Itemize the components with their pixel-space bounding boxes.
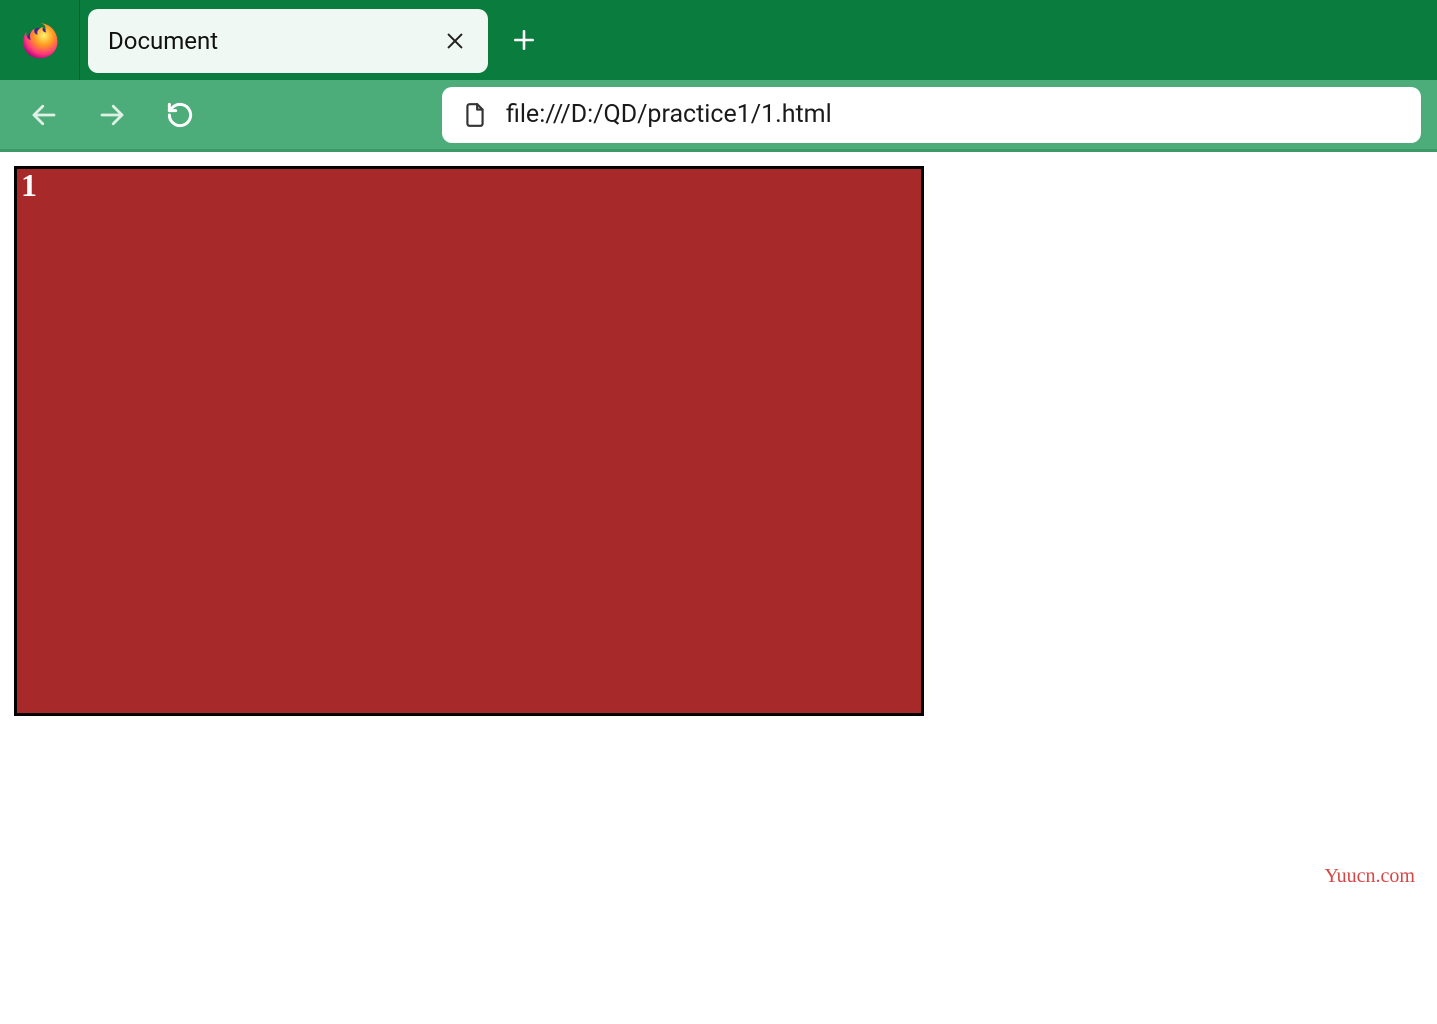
tabs-row: Document [80, 0, 544, 80]
red-box: 1 [14, 166, 924, 716]
url-text: file:///D:/QD/practice1/1.html [506, 100, 832, 129]
back-button[interactable] [22, 93, 66, 137]
firefox-icon [21, 21, 59, 59]
browser-toolbar: file:///D:/QD/practice1/1.html [0, 80, 1437, 152]
tab-title: Document [108, 27, 218, 55]
close-icon[interactable] [440, 26, 470, 56]
watermark: Yuucn.com [1324, 865, 1415, 888]
browser-tab[interactable]: Document [88, 9, 488, 73]
page-icon [462, 102, 488, 128]
browser-titlebar: Document [0, 0, 1437, 80]
reload-button[interactable] [158, 93, 202, 137]
box-text: 1 [21, 167, 37, 203]
page-content: 1 [0, 152, 1437, 716]
forward-button[interactable] [90, 93, 134, 137]
new-tab-button[interactable] [504, 20, 544, 60]
app-icon-container [0, 0, 80, 80]
url-bar[interactable]: file:///D:/QD/practice1/1.html [442, 87, 1421, 143]
